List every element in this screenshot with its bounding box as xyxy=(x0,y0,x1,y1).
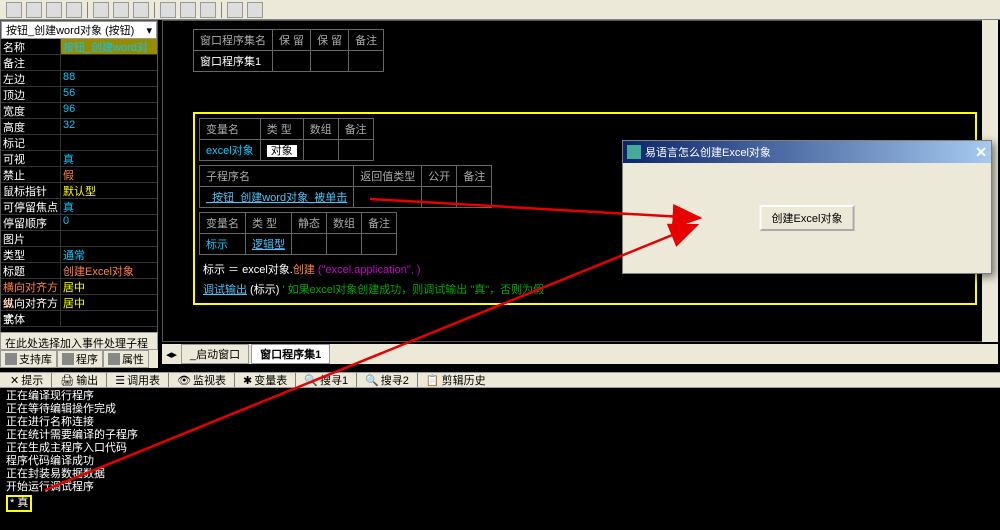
property-row[interactable]: 标题创建Excel对象 xyxy=(1,263,157,279)
editor-tabs: ◂▸ _启动窗口 窗口程序集1 xyxy=(162,344,998,364)
tab-search1[interactable]: 🔍 搜寻1 xyxy=(298,372,354,388)
left-tabs: 支持库 程序 属性 xyxy=(0,350,158,368)
property-row[interactable]: 类型通常 xyxy=(1,247,157,263)
separator xyxy=(87,2,88,18)
property-row[interactable]: 标记 xyxy=(1,135,157,151)
output-console[interactable]: 正在编译现行程序正在等待编辑操作完成正在进行名称连接正在统计需要编译的子程序正在… xyxy=(0,388,1000,530)
tool-icon[interactable] xyxy=(93,2,109,18)
tab-clipboard[interactable]: 📋 剪辑历史 xyxy=(420,372,492,388)
property-row[interactable]: 字体 xyxy=(1,311,157,327)
tab-start-window[interactable]: _启动窗口 xyxy=(181,344,249,364)
property-row[interactable]: 备注 xyxy=(1,55,157,71)
tool-icon[interactable] xyxy=(46,2,62,18)
output-line: 正在进行名称连接 xyxy=(6,416,994,429)
local-var-table: 变量名类 型静态数组备注 标示逻辑型 xyxy=(199,212,397,255)
properties-panel: 按钮_创建word对象 (按钮) ▾ 名称按钮_创建word对备注左边88顶边5… xyxy=(0,20,158,360)
object-dropdown[interactable]: 按钮_创建word对象 (按钮) ▾ xyxy=(1,21,157,39)
tool-icon[interactable] xyxy=(133,2,149,18)
output-line: 正在统计需要编译的子程序 xyxy=(6,429,994,442)
var-table: 变量名类 型数组备注 excel对象对象 xyxy=(199,118,374,161)
tool-icon[interactable] xyxy=(6,2,22,18)
left-bottom-panel: 在此处选择加入事件处理子程序 支持库 程序 属性 xyxy=(0,332,158,368)
output-line: 正在编译现行程序 xyxy=(6,390,994,403)
output-line: 开始运行调试程序 xyxy=(6,481,994,494)
property-row[interactable]: 可视真 xyxy=(1,151,157,167)
tool-icon[interactable] xyxy=(113,2,129,18)
dialog-titlebar[interactable]: 易语言怎么创建Excel对象 ✕ xyxy=(623,141,991,163)
property-row[interactable]: 左边88 xyxy=(1,71,157,87)
event-caption[interactable]: 在此处选择加入事件处理子程序 xyxy=(0,332,158,350)
tool-icon[interactable] xyxy=(160,2,176,18)
property-row[interactable]: 鼠标指针默认型 xyxy=(1,183,157,199)
property-row[interactable]: 宽度96 xyxy=(1,103,157,119)
sub-table: 子程序名返回值类型公开备注 _按钮_创建word对象_被单击 xyxy=(199,165,492,208)
tool-icon[interactable] xyxy=(180,2,196,18)
property-row[interactable]: 可停留焦点真 xyxy=(1,199,157,215)
output-result: * 真 xyxy=(6,495,32,512)
properties-icon xyxy=(108,353,120,365)
tab-properties[interactable]: 属性 xyxy=(103,350,149,368)
property-row[interactable]: 纵向对齐方式居中 xyxy=(1,295,157,311)
assembly-table: 窗口程序集名保 留保 留备注 窗口程序集1 xyxy=(193,29,384,72)
tab-watch[interactable]: 👁 监视表 xyxy=(171,372,232,388)
separator xyxy=(154,2,155,18)
tool-icon[interactable] xyxy=(26,2,42,18)
tool-icon[interactable] xyxy=(227,2,243,18)
separator xyxy=(221,2,222,18)
output-tabs: ✕ 提示 🖨 输出 ☰ 调用表 👁 监视表 ✱ 变量表 🔍 搜寻1 🔍 搜寻2 … xyxy=(0,372,1000,388)
app-icon xyxy=(627,145,641,159)
tab-calltable[interactable]: ☰ 调用表 xyxy=(109,372,166,388)
property-row[interactable]: 停留顺序0 xyxy=(1,215,157,231)
tool-icon[interactable] xyxy=(247,2,263,18)
output-line: 程序代码编译成功 xyxy=(6,455,994,468)
property-row[interactable]: 高度32 xyxy=(1,119,157,135)
tool-icon[interactable] xyxy=(200,2,216,18)
tab-nav-icon[interactable]: ◂▸ xyxy=(166,348,177,361)
tab-tips[interactable]: ✕ 提示 xyxy=(4,372,49,388)
close-icon[interactable]: ✕ xyxy=(975,144,987,161)
program-icon xyxy=(62,353,74,365)
book-icon xyxy=(5,353,17,365)
output-line: 正在封装易数据数据 xyxy=(6,468,994,481)
tool-icon[interactable] xyxy=(66,2,82,18)
create-excel-button[interactable]: 创建Excel对象 xyxy=(760,205,855,231)
output-line: 正在生成主程序入口代码 xyxy=(6,442,994,455)
dropdown-text: 按钮_创建word对象 (按钮) xyxy=(6,22,134,38)
tab-support-lib[interactable]: 支持库 xyxy=(0,350,57,368)
dialog-body: 创建Excel对象 xyxy=(623,163,991,273)
tab-assembly[interactable]: 窗口程序集1 xyxy=(251,344,330,364)
tab-program[interactable]: 程序 xyxy=(57,350,103,368)
toolbar xyxy=(0,0,1000,20)
tab-output[interactable]: 🖨 输出 xyxy=(54,372,104,388)
property-row[interactable]: 横向对齐方式居中 xyxy=(1,279,157,295)
property-grid[interactable]: 名称按钮_创建word对备注左边88顶边56宽度96高度32标记可视真禁止假鼠标… xyxy=(1,39,157,327)
dialog-title-text: 易语言怎么创建Excel对象 xyxy=(645,144,771,160)
code-line-2: 调试输出 (标示) ' 如果excel对象创建成功，则调试输出 "真"，否则为假 xyxy=(199,279,971,299)
property-row[interactable]: 禁止假 xyxy=(1,167,157,183)
tab-vars[interactable]: ✱ 变量表 xyxy=(237,372,293,388)
tab-search2[interactable]: 🔍 搜寻2 xyxy=(359,372,415,388)
property-row[interactable]: 名称按钮_创建word对 xyxy=(1,39,157,55)
chevron-down-icon: ▾ xyxy=(146,24,152,37)
output-line: 正在等待编辑操作完成 xyxy=(6,403,994,416)
runtime-dialog: 易语言怎么创建Excel对象 ✕ 创建Excel对象 xyxy=(622,140,992,274)
property-row[interactable]: 图片 xyxy=(1,231,157,247)
property-row[interactable]: 顶边56 xyxy=(1,87,157,103)
